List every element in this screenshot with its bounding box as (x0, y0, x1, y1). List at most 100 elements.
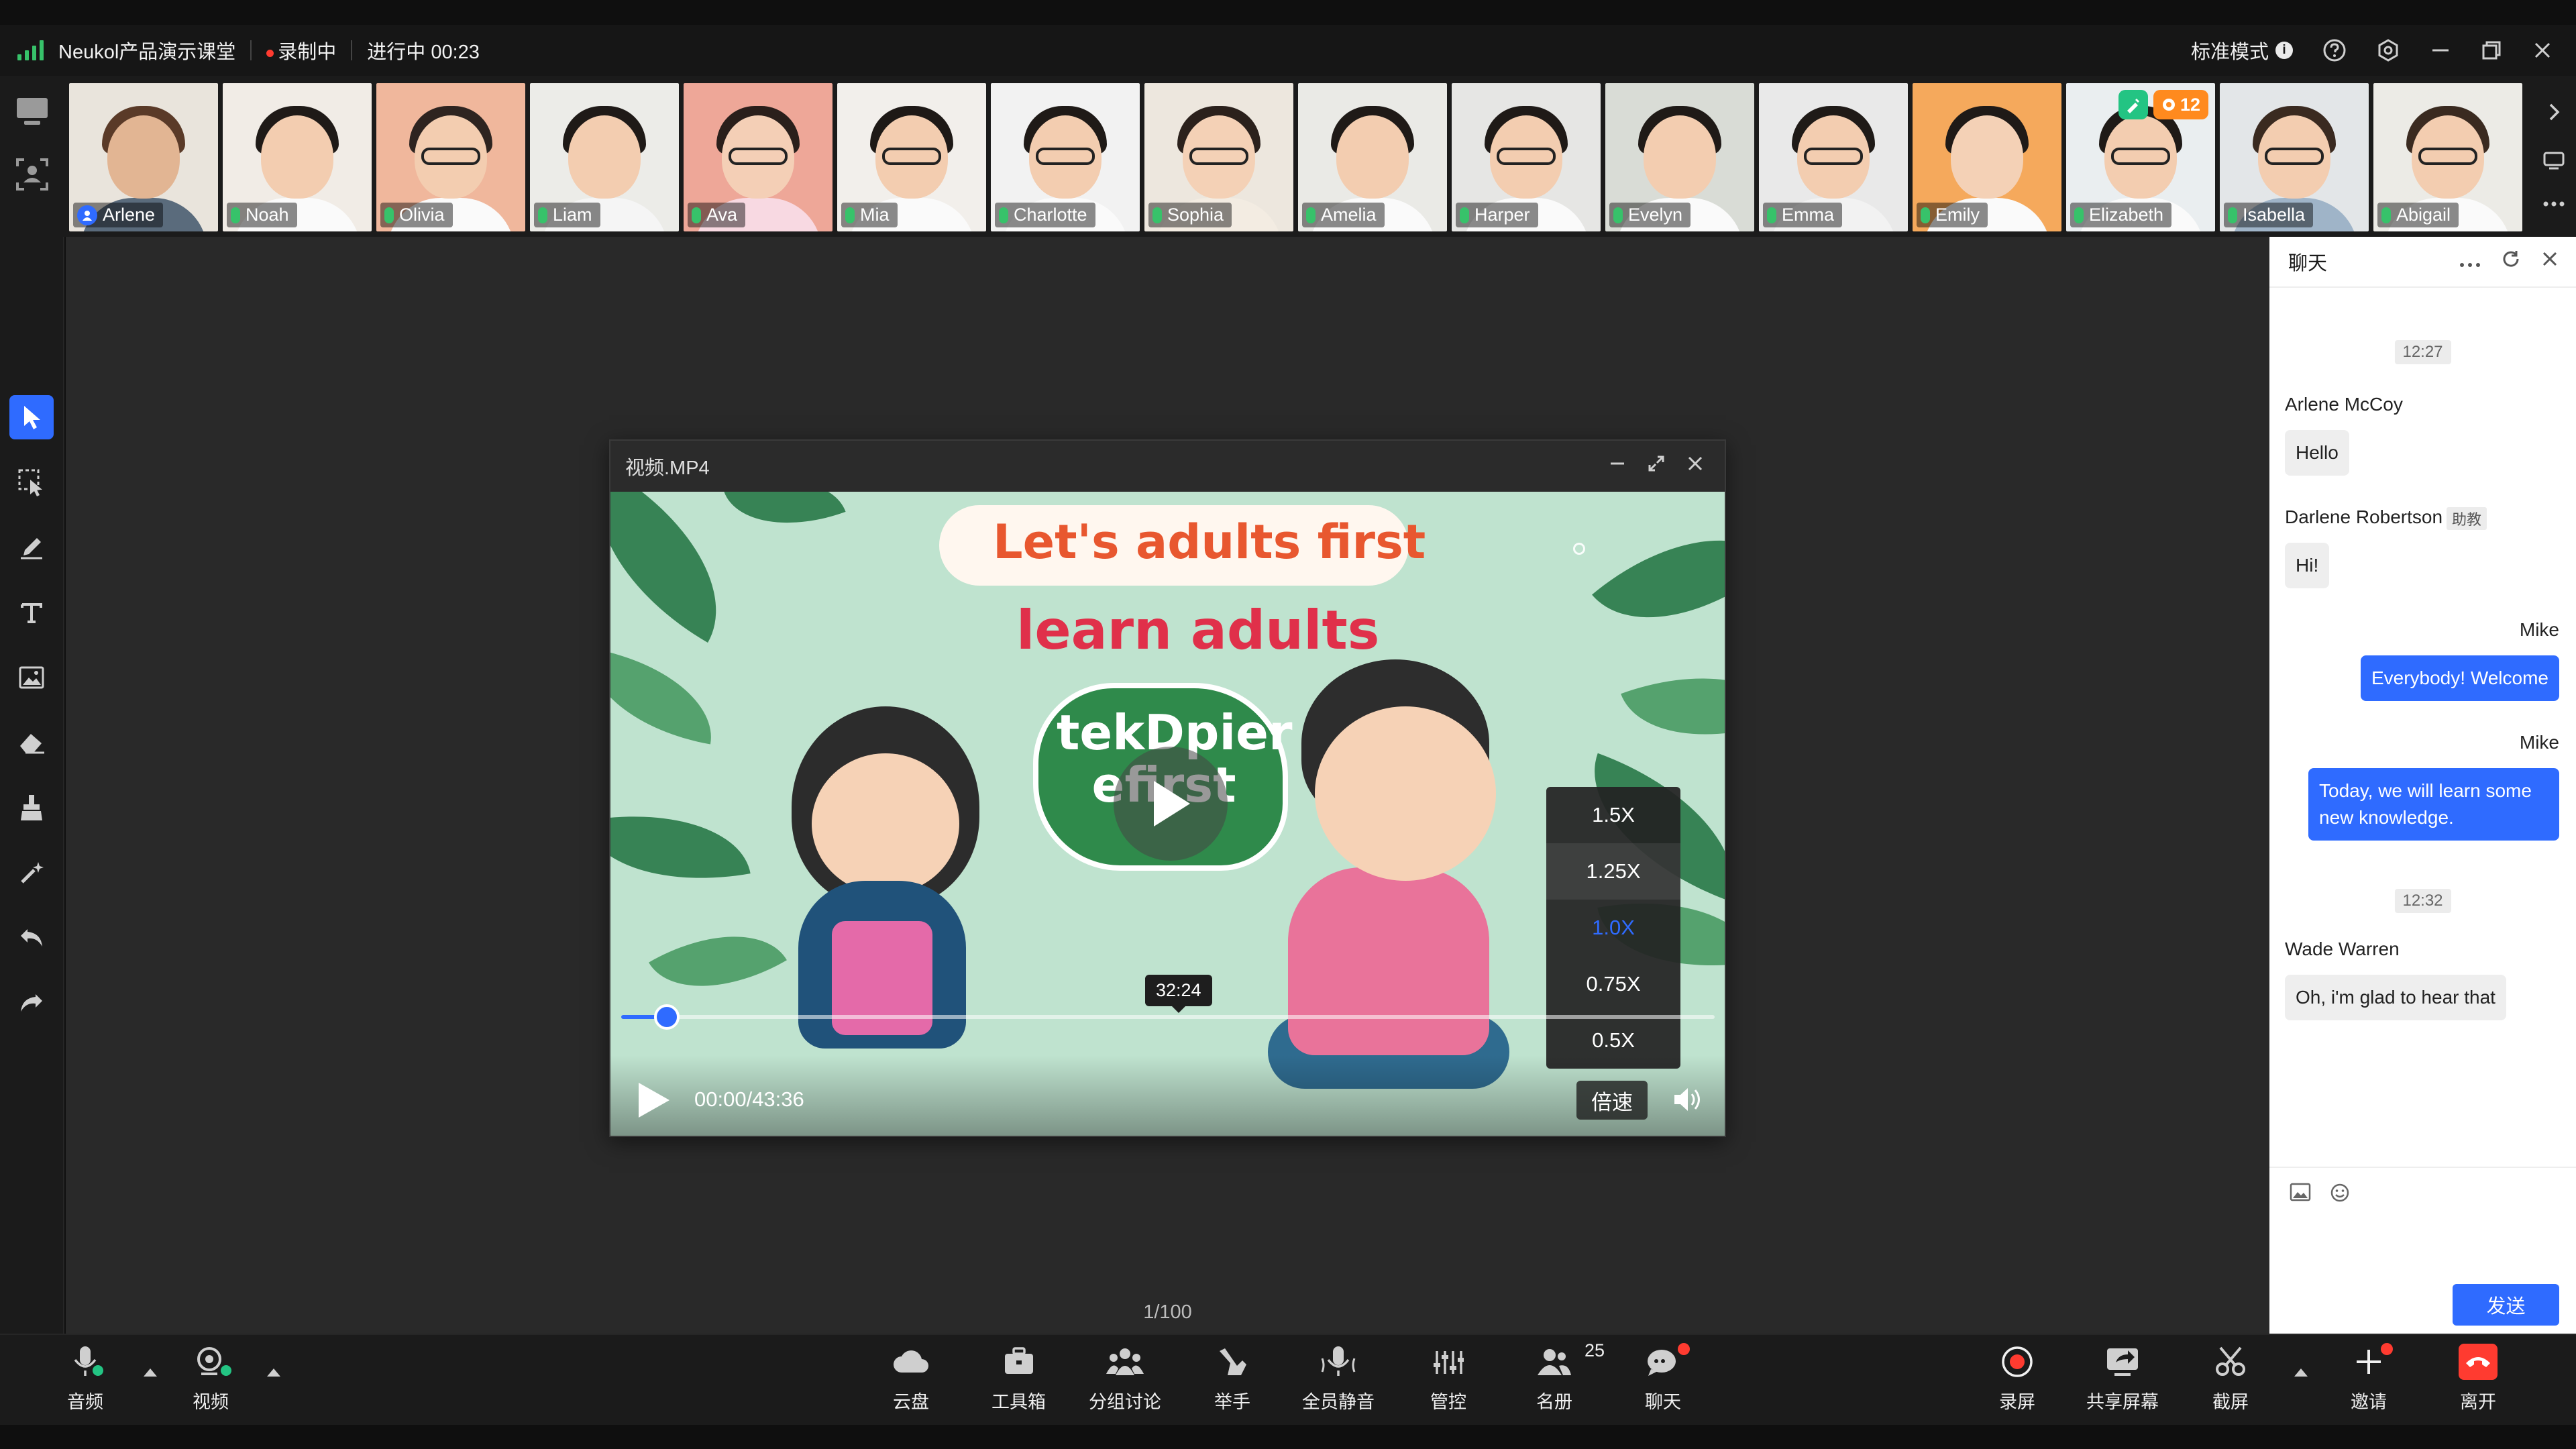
participant-tile[interactable]: Sophia (1144, 83, 1293, 231)
participant-nameplate: Emily (1917, 203, 1988, 227)
minimize-window-icon[interactable] (2430, 40, 2451, 61)
speaker-view-icon[interactable] (15, 157, 50, 195)
speed-option[interactable]: 1.25X (1546, 843, 1680, 900)
authorization-icon[interactable] (2118, 90, 2148, 119)
participant-name: Liam (553, 205, 592, 225)
speed-button[interactable]: 倍速 (1576, 1081, 1648, 1120)
glasses (2418, 148, 2477, 165)
toolbox-button[interactable]: 工具箱 (991, 1343, 1046, 1413)
speed-option[interactable]: 1.5X (1546, 787, 1680, 843)
help-icon[interactable] (2322, 38, 2347, 62)
speed-option[interactable]: 1.0X (1546, 900, 1680, 956)
bottom-toolbar: 音频 视频 云盘 工具箱 分组讨论 举手 全员静音 管控 25 名册 聊天 录屏… (0, 1334, 2576, 1425)
participant-name: Emma (1782, 205, 1835, 225)
mode-selector[interactable]: 标准模式 i (2191, 36, 2293, 64)
undo-icon[interactable] (9, 916, 54, 960)
screenshot-options-caret-icon[interactable] (2294, 1368, 2308, 1377)
invite-button[interactable]: 邀请 (2351, 1343, 2393, 1413)
refresh-icon[interactable] (2501, 249, 2521, 274)
participant-tile[interactable]: Emma (1759, 83, 1908, 231)
eraser-tool-icon[interactable] (9, 720, 54, 765)
volume-icon[interactable] (1672, 1085, 1703, 1118)
breakout-button[interactable]: 分组讨论 (1089, 1343, 1161, 1413)
play-overlay-button[interactable] (1114, 747, 1228, 861)
minimize-icon[interactable] (1608, 454, 1627, 478)
participant-tile[interactable]: Harper (1452, 83, 1601, 231)
share-screen-button[interactable]: 共享屏幕 (2086, 1343, 2159, 1413)
area-select-tool-icon[interactable] (9, 460, 54, 504)
recording-indicator: 录制中 (266, 36, 336, 64)
chevron-right-icon[interactable] (2545, 102, 2563, 125)
image-tool-icon[interactable] (9, 655, 54, 700)
seek-bar[interactable] (621, 1004, 1715, 1030)
select-tool-icon[interactable] (9, 395, 54, 439)
clear-brush-tool-icon[interactable] (9, 786, 54, 830)
plus-icon (2354, 1343, 2393, 1381)
send-button[interactable]: 发送 (2453, 1284, 2559, 1326)
raise-hand-label: 举手 (1214, 1392, 1250, 1412)
participant-tile[interactable]: Noah (223, 83, 372, 231)
expand-icon[interactable] (1647, 454, 1666, 478)
participant-tile[interactable]: Mia (837, 83, 986, 231)
seek-preview-tooltip: 32:24 (1145, 975, 1212, 1006)
video-player-window[interactable]: 视频.MP4 Let's adults first learn adults t… (609, 439, 1726, 1137)
audio-button[interactable]: 音频 (67, 1343, 105, 1413)
glasses (1189, 148, 1248, 165)
chat-bubble-icon (1646, 1343, 1690, 1381)
text-tool-icon[interactable] (9, 590, 54, 635)
more-options-icon[interactable] (2542, 199, 2565, 211)
screenshot-button[interactable]: 截屏 (2212, 1343, 2249, 1413)
audio-label: 音频 (67, 1392, 103, 1412)
participant-face (1951, 115, 2023, 199)
reward-badge: 12 (2153, 90, 2208, 119)
share-screen-icon (2105, 1343, 2140, 1381)
mute-all-button[interactable]: 全员静音 (1302, 1343, 1375, 1413)
roster-button[interactable]: 25 名册 (1536, 1340, 1605, 1413)
close-icon[interactable] (2541, 250, 2559, 273)
participant-tile[interactable]: Ava (684, 83, 833, 231)
participant-nameplate: Charlotte (995, 203, 1095, 227)
pen-tool-icon[interactable] (9, 525, 54, 570)
mic-on-icon (845, 207, 855, 223)
participant-tile[interactable]: Olivia (376, 83, 525, 231)
video-options-caret-icon[interactable] (267, 1368, 280, 1377)
mic-on-icon (384, 207, 394, 223)
more-options-icon[interactable] (2459, 251, 2481, 273)
audio-options-caret-icon[interactable] (144, 1368, 157, 1377)
chat-button[interactable]: 聊天 (1645, 1343, 1690, 1413)
video-frame[interactable]: Let's adults first learn adults tekDpier… (610, 492, 1725, 1136)
leaf-decoration (610, 492, 759, 643)
participant-tile[interactable]: Abigail (2373, 83, 2522, 231)
cloud-drive-button[interactable]: 云盘 (892, 1343, 930, 1413)
laser-pointer-tool-icon[interactable] (9, 851, 54, 895)
leave-button[interactable]: 离开 (2459, 1343, 2498, 1413)
image-upload-icon[interactable] (2290, 1183, 2311, 1206)
participant-tile[interactable]: Arlene (69, 83, 218, 231)
restore-window-icon[interactable] (2481, 40, 2502, 61)
whiteboard-stage[interactable]: 1/100 视频.MP4 Let's adults first learn ad… (66, 237, 2269, 1334)
participant-tile[interactable]: Charlotte (991, 83, 1140, 231)
switch-view-icon[interactable] (2542, 150, 2565, 174)
seek-bar-thumb[interactable] (654, 1004, 680, 1030)
close-icon[interactable] (1686, 454, 1705, 478)
video-button[interactable]: 视频 (193, 1343, 233, 1413)
participant-face (107, 115, 180, 199)
settings-icon[interactable] (2376, 38, 2400, 62)
speed-option[interactable]: 0.75X (1546, 956, 1680, 1012)
participant-tile[interactable]: Liam (530, 83, 679, 231)
participant-tile[interactable]: Emily (1913, 83, 2061, 231)
raise-hand-button[interactable]: 举手 (1214, 1343, 1250, 1413)
video-window-titlebar[interactable]: 视频.MP4 (610, 441, 1725, 492)
participant-tile[interactable]: Evelyn (1605, 83, 1754, 231)
play-icon[interactable] (635, 1081, 672, 1123)
participant-tile[interactable]: Isabella (2220, 83, 2369, 231)
emoji-icon[interactable] (2330, 1183, 2350, 1206)
layout-toggle-icon[interactable] (15, 96, 50, 130)
participant-tile[interactable]: Amelia (1298, 83, 1447, 231)
participant-tile[interactable]: Elizabeth 12 (2066, 83, 2215, 231)
chat-input[interactable] (2283, 1215, 2563, 1269)
control-button[interactable]: 管控 (1430, 1343, 1466, 1413)
redo-icon[interactable] (9, 981, 54, 1025)
close-window-icon[interactable] (2532, 40, 2553, 61)
record-button[interactable]: 录屏 (1999, 1343, 2035, 1413)
